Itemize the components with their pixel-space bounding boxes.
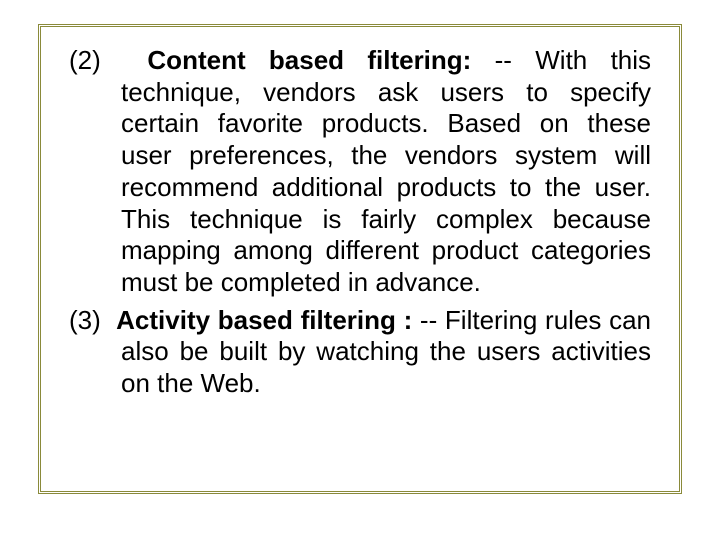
list-item: (3) Activity based filtering : -- Filter… xyxy=(69,305,651,400)
item-title: Activity based filtering : xyxy=(116,305,412,335)
item-body: With this technique, vendors ask users t… xyxy=(121,45,651,297)
list-item: (2) Content based filtering: -- With thi… xyxy=(69,45,651,299)
slide: (2) Content based filtering: -- With thi… xyxy=(0,0,720,540)
item-title: Content based filtering: xyxy=(147,45,471,75)
item-number: (3) xyxy=(69,305,101,335)
item-number: (2) xyxy=(69,45,101,75)
item-sep: -- xyxy=(471,45,535,75)
item-sep: -- xyxy=(412,305,445,335)
content-frame: (2) Content based filtering: -- With thi… xyxy=(38,24,682,494)
